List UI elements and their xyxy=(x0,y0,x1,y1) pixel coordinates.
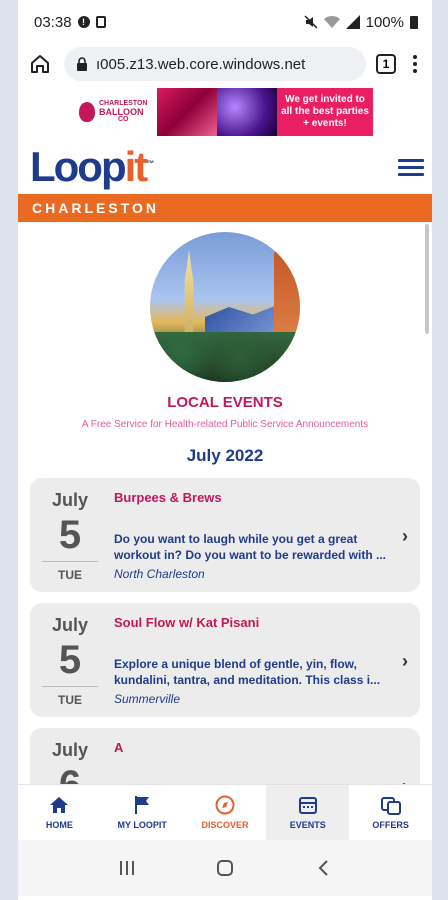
tabs-button[interactable]: 1 xyxy=(376,54,396,74)
android-home-icon[interactable] xyxy=(213,856,237,880)
home-icon xyxy=(48,795,70,815)
calendar-icon xyxy=(297,795,319,815)
site-header: Loopit™ xyxy=(18,140,432,194)
status-time: 03:38 xyxy=(34,13,72,31)
nav-discover[interactable]: DISCOVER xyxy=(184,785,267,840)
chevron-right-icon: › xyxy=(402,776,408,784)
event-weekday: TUE xyxy=(58,568,82,582)
event-month: July xyxy=(51,615,89,635)
event-location: North Charleston xyxy=(114,567,205,581)
chevron-right-icon: › xyxy=(402,651,408,671)
ad-text: We get invited to all the best parties +… xyxy=(277,88,373,136)
browser-menu-icon[interactable] xyxy=(406,55,424,73)
bottom-nav: HOME MY LOOPIT DISCOVER EVENTS OFFERS xyxy=(18,784,432,840)
page-title: LOCAL EVENTS xyxy=(167,394,283,411)
nav-home-label: HOME xyxy=(45,820,73,830)
flag-icon xyxy=(131,795,153,815)
nav-my-loopit-label: MY LOOPIT xyxy=(117,820,167,830)
event-weekday: TUE xyxy=(58,693,82,707)
ad-brand-line2: BALLOON xyxy=(99,107,144,117)
logo-accent: it xyxy=(124,143,149,190)
nav-my-loopit[interactable]: MY LOOPIT xyxy=(101,785,184,840)
wifi-icon xyxy=(323,15,340,28)
offers-icon xyxy=(380,795,402,815)
month-heading: July 2022 xyxy=(186,446,264,465)
logo-main: Loop xyxy=(30,143,127,190)
chevron-right-icon: › xyxy=(402,526,408,546)
event-day: 5 xyxy=(58,638,82,682)
compass-icon xyxy=(214,795,236,815)
browser-toolbar: ı005.z13.web.core.windows.net 1 xyxy=(18,44,432,84)
hero-image xyxy=(150,232,300,382)
event-list: July 5 TUE Burpees & Brews Do you want t… xyxy=(18,478,432,784)
status-bar: 03:38 ! 100% xyxy=(18,0,432,44)
battery-percent: 100% xyxy=(365,13,404,31)
event-description: Explore a unique blend of gentle, yin, f… xyxy=(114,657,381,687)
nav-events[interactable]: EVENTS xyxy=(266,785,350,840)
event-day: 6 xyxy=(59,763,81,784)
event-card[interactable]: July 5 TUE Soul Flow w/ Kat Pisani Explo… xyxy=(30,603,420,717)
nav-offers-label: OFFERS xyxy=(372,820,409,830)
ad-brand-logo: CHARLESTON BALLOON CO xyxy=(77,88,157,136)
event-card[interactable]: July 5 TUE Burpees & Brews Do you want t… xyxy=(30,478,420,592)
ad-image-balloons xyxy=(157,88,217,136)
balloon-icon xyxy=(79,102,95,122)
logo-trademark: ™ xyxy=(146,159,155,168)
loopit-logo[interactable]: Loopit™ xyxy=(30,146,154,188)
phone-screen: 03:38 ! 100% ı005.z13.web.core.windows.n… xyxy=(18,0,432,900)
main-content: LOCAL EVENTS A Free Service for Health-r… xyxy=(18,222,432,784)
nav-offers[interactable]: OFFERS xyxy=(349,785,432,840)
lock-icon xyxy=(77,57,87,71)
event-date: July 6 xyxy=(30,728,110,784)
ad-image-party xyxy=(217,88,277,136)
info-icon: ! xyxy=(77,16,90,28)
city-bar[interactable]: CHARLESTON xyxy=(18,194,432,222)
event-month: July xyxy=(51,490,89,510)
ad-banner[interactable]: CHARLESTON BALLOON CO We get invited to … xyxy=(18,88,432,140)
page-subtitle: A Free Service for Health-related Public… xyxy=(81,419,369,430)
nav-home[interactable]: HOME xyxy=(18,785,101,840)
event-title: Soul Flow w/ Kat Pisani xyxy=(114,615,260,630)
notification-icon xyxy=(95,16,106,28)
event-month: July xyxy=(51,740,89,760)
mute-icon xyxy=(304,15,318,29)
recents-icon[interactable] xyxy=(115,856,139,880)
event-day: 5 xyxy=(58,513,82,557)
url-text: ı005.z13.web.core.windows.net xyxy=(96,55,306,73)
scrollbar[interactable] xyxy=(425,224,429,334)
signal-icon xyxy=(345,15,360,29)
ad-brand-line3: CO xyxy=(117,116,129,123)
android-nav-bar xyxy=(18,840,432,896)
browser-home-icon[interactable] xyxy=(26,50,54,78)
url-bar[interactable]: ı005.z13.web.core.windows.net xyxy=(64,47,366,81)
hamburger-menu-icon[interactable] xyxy=(398,158,424,176)
event-title: A xyxy=(114,740,124,755)
nav-discover-label: DISCOVER xyxy=(201,820,249,830)
event-card[interactable]: July 6 A › xyxy=(30,728,420,784)
event-description: Do you want to laugh while you get a gre… xyxy=(114,532,387,562)
nav-events-label: EVENTS xyxy=(289,820,326,830)
event-location: Summerville xyxy=(114,692,181,706)
battery-icon xyxy=(410,15,418,29)
event-date: July 5 TUE xyxy=(30,603,110,717)
back-icon[interactable] xyxy=(311,856,335,880)
event-date: July 5 TUE xyxy=(30,478,110,592)
event-title: Burpees & Brews xyxy=(114,490,222,505)
